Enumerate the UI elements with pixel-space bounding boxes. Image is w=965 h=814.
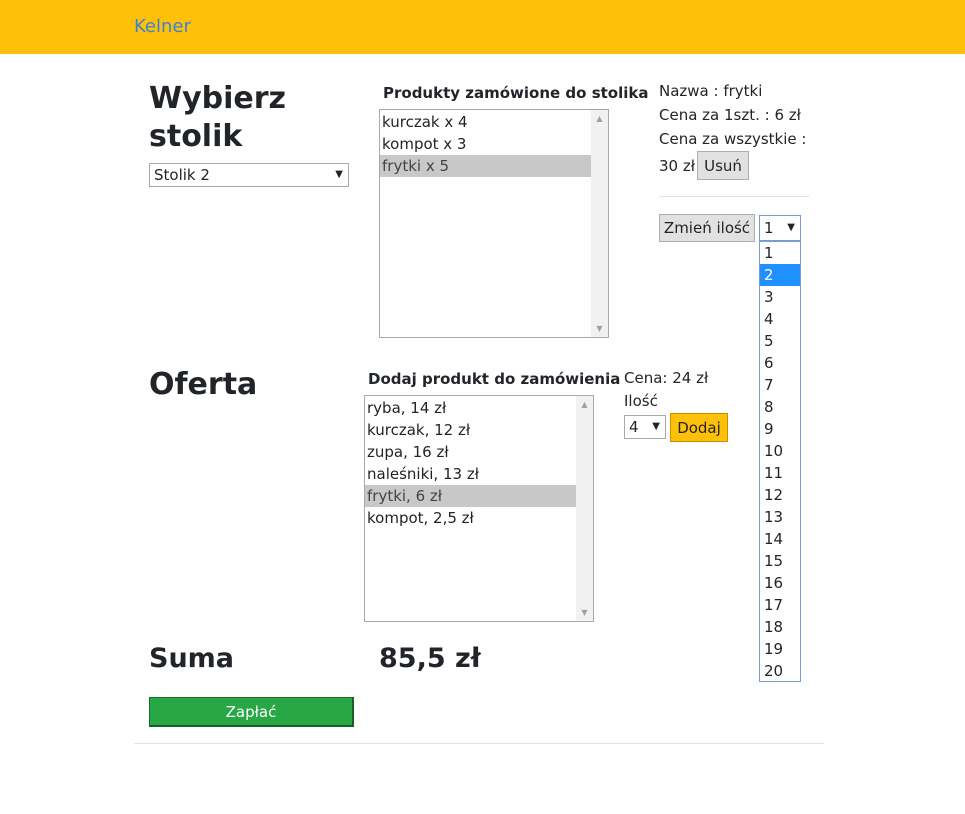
chevron-down-icon: ▼ [652,421,660,432]
list-item[interactable]: naleśniki, 13 zł [365,463,577,485]
pay-button[interactable]: Zapłać [149,697,354,727]
list-item[interactable]: frytki, 6 zł [365,485,577,507]
quantity-option[interactable]: 8 [760,396,800,418]
detail-name: Nazwa : frytki [659,82,763,100]
offer-scrollbar[interactable]: ▲ ▼ [576,396,593,621]
scroll-down-icon[interactable]: ▼ [576,608,593,617]
list-item[interactable]: kompot, 2,5 zł [365,507,577,529]
quantity-option[interactable]: 1 [760,242,800,264]
quantity-option[interactable]: 3 [760,286,800,308]
quantity-option[interactable]: 7 [760,374,800,396]
quantity-option[interactable]: 5 [760,330,800,352]
list-item[interactable]: kurczak x 4 [380,111,592,133]
scroll-up-icon[interactable]: ▲ [591,114,608,123]
chevron-down-icon: ▼ [335,169,343,180]
quantity-select-value: 1 [764,219,774,237]
list-item[interactable]: kurczak, 12 zł [365,419,577,441]
table-heading-line-1: Wybierz [149,81,287,116]
table-select[interactable]: Stolik 2 ▼ [149,163,349,187]
sum-value: 85,5 zł [379,643,481,674]
quantity-option[interactable]: 9 [760,418,800,440]
offer-listbox[interactable]: ryba, 14 zł kurczak, 12 zł zupa, 16 zł nale… [364,395,594,622]
quantity-option[interactable]: 13 [760,506,800,528]
quantity-option[interactable]: 19 [760,638,800,660]
list-item[interactable]: kompot x 3 [380,133,592,155]
sum-label: Suma [149,643,235,674]
add-button[interactable]: Dodaj [670,413,728,442]
list-item[interactable]: zupa, 16 zł [365,441,577,463]
ordered-heading: Produkty zamówione do stolika [383,84,649,102]
chevron-down-icon: ▼ [787,222,795,233]
detail-unit-price: Cena za 1szt. : 6 zł [659,106,801,124]
quantity-option[interactable]: 12 [760,484,800,506]
scroll-up-icon[interactable]: ▲ [576,400,593,409]
detail-total-price-value: 30 zł [659,157,695,175]
details-divider [659,196,809,197]
quantity-option[interactable]: 20 [760,660,800,682]
offer-list-heading: Dodaj produkt do zamówienia [368,370,621,388]
quantity-option[interactable]: 14 [760,528,800,550]
quantity-option[interactable]: 2 [760,264,800,286]
quantity-select[interactable]: 1 ▼ [759,215,801,241]
scroll-down-icon[interactable]: ▼ [591,324,608,333]
quantity-option[interactable]: 10 [760,440,800,462]
offer-quantity-select[interactable]: 4 ▼ [624,415,666,439]
navbar: Kelner [0,0,965,54]
table-heading-line-2: stolik [149,119,243,154]
change-quantity-button[interactable]: Zmień ilość [659,214,755,242]
table-heading: Wybierz stolik [149,80,286,156]
ordered-listbox[interactable]: kurczak x 4 kompot x 3 frytki x 5 ▲ ▼ [379,109,609,338]
ordered-scrollbar[interactable]: ▲ ▼ [591,110,608,337]
offer-price: Cena: 24 zł [624,369,709,387]
quantity-option[interactable]: 17 [760,594,800,616]
quantity-option[interactable]: 11 [760,462,800,484]
brand-link[interactable]: Kelner [134,16,191,37]
detail-total-price-label: Cena za wszystkie : [659,130,807,148]
list-item[interactable]: ryba, 14 zł [365,397,577,419]
offer-quantity-value: 4 [629,418,639,436]
footer-divider [134,743,824,744]
quantity-option[interactable]: 16 [760,572,800,594]
quantity-option[interactable]: 4 [760,308,800,330]
list-item[interactable]: frytki x 5 [380,155,592,177]
quantity-dropdown[interactable]: 1 2 3 4 5 6 7 8 9 10 11 12 13 14 15 16 17 18 19 20 [759,241,801,682]
offer-heading: Oferta [149,367,258,402]
quantity-option[interactable]: 6 [760,352,800,374]
remove-button[interactable]: Usuń [697,151,749,180]
quantity-option[interactable]: 18 [760,616,800,638]
offer-quantity-label: Ilość [624,392,658,410]
table-select-value: Stolik 2 [154,166,210,184]
quantity-option[interactable]: 15 [760,550,800,572]
